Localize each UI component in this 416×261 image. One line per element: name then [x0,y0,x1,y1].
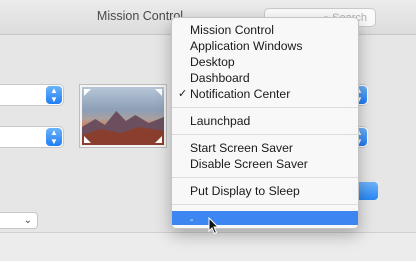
menu-item-label: Notification Center [190,87,291,101]
screen-preview-thumbnail [80,85,166,147]
menu-item-label: Disable Screen Saver [190,157,308,171]
menu-item-notification-center[interactable]: ✓ Notification Center [172,86,358,102]
chevron-updown-icon: ▲▼ [46,86,62,104]
checkmark-icon: ✓ [178,88,188,100]
menu-item-label: Put Display to Sleep [190,184,300,198]
chevron-updown-icon: ▲▼ [46,128,62,146]
menu-item-dashboard[interactable]: Dashboard [172,70,358,86]
menu-item-label: Application Windows [190,39,303,53]
menu-item-label: Desktop [190,55,235,69]
menu-item-start-screen-saver[interactable]: Start Screen Saver [172,140,358,156]
menu-separator [172,177,358,178]
menu-item-none-selected[interactable]: - [172,211,358,226]
corner-marker [155,89,162,96]
menu-item-label: Dashboard [190,71,250,85]
menu-item-put-display-to-sleep[interactable]: Put Display to Sleep [172,183,358,199]
menu-item-launchpad[interactable]: Launchpad [172,113,358,129]
menu-separator [172,134,358,135]
corner-marker [84,89,91,96]
menu-item-application-windows[interactable]: Application Windows [172,38,358,54]
mouse-pointer-icon [208,217,220,235]
menu-item-mission-control[interactable]: Mission Control [172,22,358,38]
menu-item-label: Mission Control [190,23,274,37]
corner-marker [84,136,91,143]
menu-item-label: Launchpad [190,114,251,128]
menu-separator [172,204,358,205]
menu-item-disable-screen-saver[interactable]: Disable Screen Saver [172,156,358,172]
menu-item-label: Start Screen Saver [190,141,293,155]
menu-item-label: - [190,215,194,226]
bottom-bar [0,232,416,261]
menu-item-desktop[interactable]: Desktop [172,54,358,70]
corner-marker [155,136,162,143]
modifier-select[interactable]: ⌄ [0,212,38,229]
mountain-wallpaper [82,111,164,145]
top-left-corner-popup[interactable]: ▲ ▼ [0,84,64,106]
bottom-left-corner-popup[interactable]: ▲ ▼ [0,126,64,148]
hot-corner-menu: Mission Control Application Windows Desk… [171,17,359,229]
menu-separator [172,107,358,108]
